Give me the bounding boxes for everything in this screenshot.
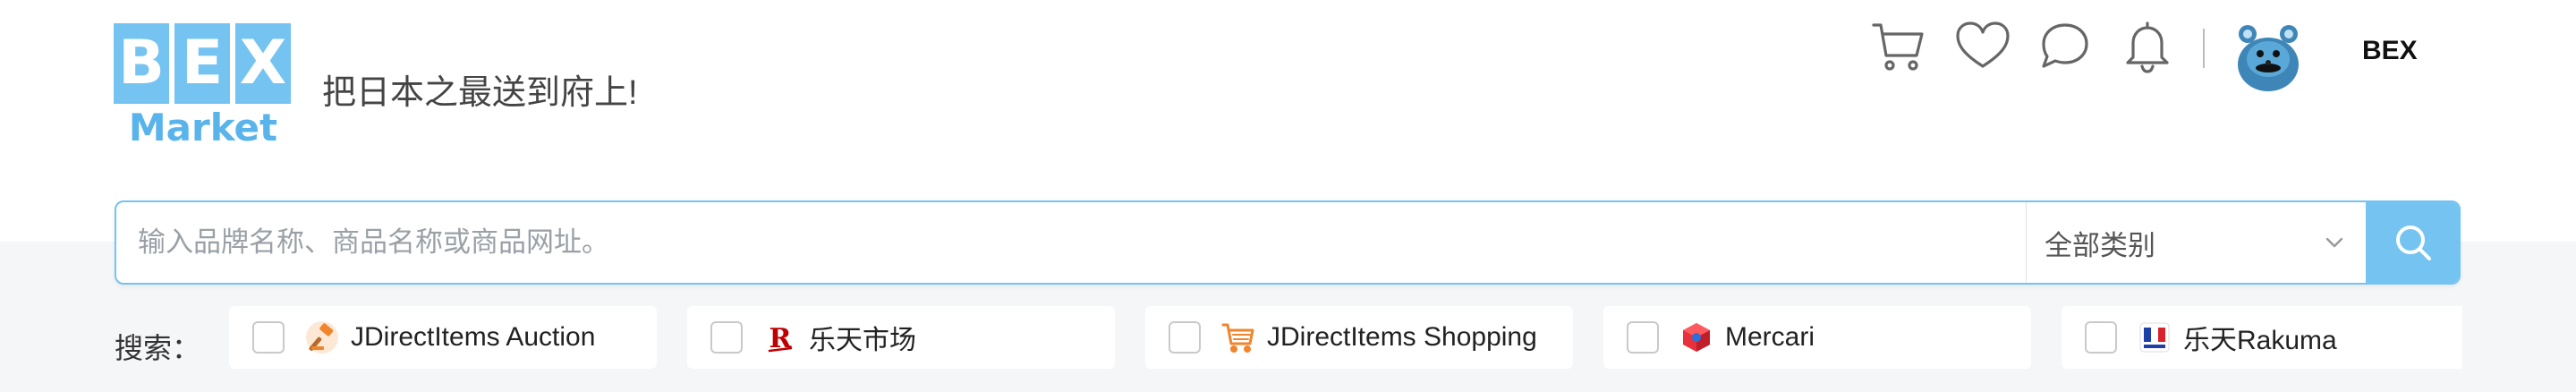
source-jdirectitems-auction[interactable]: JDirectItems Auction xyxy=(229,306,657,369)
source-rakuma[interactable]: 乐天Rakuma xyxy=(2062,306,2462,369)
source-checkbox[interactable] xyxy=(1627,321,1659,354)
source-mercari[interactable]: Mercari xyxy=(1603,306,2031,369)
source-label: 乐天Rakuma xyxy=(2183,326,2337,355)
rakuma-icon xyxy=(2137,320,2172,355)
source-rakuten-ichiba[interactable]: R 乐天市场 xyxy=(687,306,1115,369)
source-label: JDirectItems Shopping xyxy=(1267,322,1537,352)
rakuten-r-icon: R xyxy=(762,320,798,355)
source-checkbox[interactable] xyxy=(1169,321,1201,354)
source-label: JDirectItems Auction xyxy=(351,322,596,352)
search-sources: JDirectItems Auction R 乐天市场 JDirectItems… xyxy=(0,0,2462,392)
source-checkbox[interactable] xyxy=(2085,321,2117,354)
source-checkbox[interactable] xyxy=(252,321,285,354)
source-checkbox[interactable] xyxy=(710,321,743,354)
mercari-cube-icon xyxy=(1679,320,1714,355)
gavel-icon xyxy=(304,320,340,355)
shopping-cart-icon xyxy=(1220,320,1256,355)
source-jdirectitems-shopping[interactable]: JDirectItems Shopping xyxy=(1145,306,1573,369)
source-label: Mercari xyxy=(1725,322,1815,352)
source-label: 乐天市场 xyxy=(809,326,916,355)
